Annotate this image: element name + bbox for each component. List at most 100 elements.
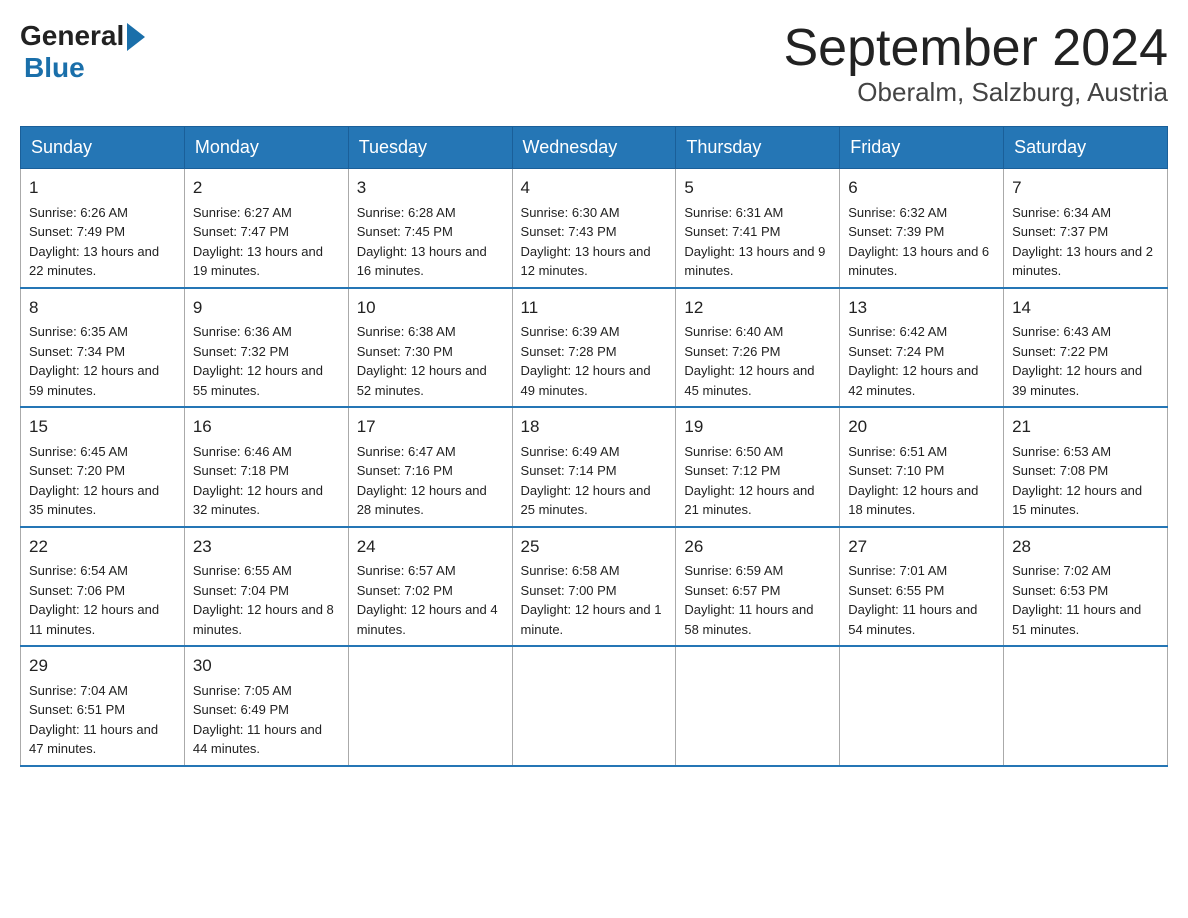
calendar-cell: 27Sunrise: 7:01 AMSunset: 6:55 PMDayligh… — [840, 527, 1004, 647]
day-info: Sunrise: 6:45 AMSunset: 7:20 PMDaylight:… — [29, 442, 176, 520]
day-info: Sunrise: 6:43 AMSunset: 7:22 PMDaylight:… — [1012, 322, 1159, 400]
calendar-cell: 10Sunrise: 6:38 AMSunset: 7:30 PMDayligh… — [348, 288, 512, 408]
calendar-cell — [840, 646, 1004, 766]
calendar-cell: 15Sunrise: 6:45 AMSunset: 7:20 PMDayligh… — [21, 407, 185, 527]
logo-general-text: General — [20, 20, 124, 52]
day-info: Sunrise: 7:01 AMSunset: 6:55 PMDaylight:… — [848, 561, 995, 639]
day-number: 10 — [357, 295, 504, 321]
calendar-cell: 8Sunrise: 6:35 AMSunset: 7:34 PMDaylight… — [21, 288, 185, 408]
calendar-table: SundayMondayTuesdayWednesdayThursdayFrid… — [20, 126, 1168, 767]
day-info: Sunrise: 6:31 AMSunset: 7:41 PMDaylight:… — [684, 203, 831, 281]
calendar-day-header: Saturday — [1004, 127, 1168, 169]
day-info: Sunrise: 6:46 AMSunset: 7:18 PMDaylight:… — [193, 442, 340, 520]
calendar-cell: 2Sunrise: 6:27 AMSunset: 7:47 PMDaylight… — [184, 169, 348, 288]
day-info: Sunrise: 6:26 AMSunset: 7:49 PMDaylight:… — [29, 203, 176, 281]
day-number: 8 — [29, 295, 176, 321]
calendar-day-header: Thursday — [676, 127, 840, 169]
day-number: 4 — [521, 175, 668, 201]
logo-arrow-icon — [127, 23, 145, 51]
day-info: Sunrise: 7:04 AMSunset: 6:51 PMDaylight:… — [29, 681, 176, 759]
day-info: Sunrise: 6:28 AMSunset: 7:45 PMDaylight:… — [357, 203, 504, 281]
day-info: Sunrise: 6:38 AMSunset: 7:30 PMDaylight:… — [357, 322, 504, 400]
day-info: Sunrise: 7:05 AMSunset: 6:49 PMDaylight:… — [193, 681, 340, 759]
page-header: General Blue September 2024 Oberalm, Sal… — [20, 20, 1168, 108]
day-number: 7 — [1012, 175, 1159, 201]
day-number: 5 — [684, 175, 831, 201]
day-info: Sunrise: 6:42 AMSunset: 7:24 PMDaylight:… — [848, 322, 995, 400]
calendar-week-row: 15Sunrise: 6:45 AMSunset: 7:20 PMDayligh… — [21, 407, 1168, 527]
calendar-cell — [676, 646, 840, 766]
day-number: 2 — [193, 175, 340, 201]
day-number: 9 — [193, 295, 340, 321]
day-info: Sunrise: 6:47 AMSunset: 7:16 PMDaylight:… — [357, 442, 504, 520]
day-info: Sunrise: 6:49 AMSunset: 7:14 PMDaylight:… — [521, 442, 668, 520]
title-block: September 2024 Oberalm, Salzburg, Austri… — [784, 20, 1169, 108]
calendar-week-row: 1Sunrise: 6:26 AMSunset: 7:49 PMDaylight… — [21, 169, 1168, 288]
calendar-week-row: 22Sunrise: 6:54 AMSunset: 7:06 PMDayligh… — [21, 527, 1168, 647]
calendar-cell: 11Sunrise: 6:39 AMSunset: 7:28 PMDayligh… — [512, 288, 676, 408]
calendar-cell: 6Sunrise: 6:32 AMSunset: 7:39 PMDaylight… — [840, 169, 1004, 288]
day-info: Sunrise: 6:30 AMSunset: 7:43 PMDaylight:… — [521, 203, 668, 281]
calendar-cell — [1004, 646, 1168, 766]
calendar-cell: 25Sunrise: 6:58 AMSunset: 7:00 PMDayligh… — [512, 527, 676, 647]
calendar-cell: 16Sunrise: 6:46 AMSunset: 7:18 PMDayligh… — [184, 407, 348, 527]
day-number: 1 — [29, 175, 176, 201]
day-info: Sunrise: 6:32 AMSunset: 7:39 PMDaylight:… — [848, 203, 995, 281]
day-info: Sunrise: 6:54 AMSunset: 7:06 PMDaylight:… — [29, 561, 176, 639]
day-number: 25 — [521, 534, 668, 560]
calendar-cell: 17Sunrise: 6:47 AMSunset: 7:16 PMDayligh… — [348, 407, 512, 527]
day-info: Sunrise: 6:58 AMSunset: 7:00 PMDaylight:… — [521, 561, 668, 639]
calendar-cell: 13Sunrise: 6:42 AMSunset: 7:24 PMDayligh… — [840, 288, 1004, 408]
day-number: 19 — [684, 414, 831, 440]
day-number: 23 — [193, 534, 340, 560]
calendar-week-row: 8Sunrise: 6:35 AMSunset: 7:34 PMDaylight… — [21, 288, 1168, 408]
day-info: Sunrise: 6:27 AMSunset: 7:47 PMDaylight:… — [193, 203, 340, 281]
calendar-cell: 29Sunrise: 7:04 AMSunset: 6:51 PMDayligh… — [21, 646, 185, 766]
day-info: Sunrise: 6:55 AMSunset: 7:04 PMDaylight:… — [193, 561, 340, 639]
calendar-cell: 26Sunrise: 6:59 AMSunset: 6:57 PMDayligh… — [676, 527, 840, 647]
calendar-cell: 5Sunrise: 6:31 AMSunset: 7:41 PMDaylight… — [676, 169, 840, 288]
calendar-cell — [348, 646, 512, 766]
day-info: Sunrise: 6:39 AMSunset: 7:28 PMDaylight:… — [521, 322, 668, 400]
day-number: 28 — [1012, 534, 1159, 560]
day-number: 27 — [848, 534, 995, 560]
day-number: 21 — [1012, 414, 1159, 440]
day-number: 17 — [357, 414, 504, 440]
calendar-cell: 14Sunrise: 6:43 AMSunset: 7:22 PMDayligh… — [1004, 288, 1168, 408]
day-number: 29 — [29, 653, 176, 679]
day-info: Sunrise: 7:02 AMSunset: 6:53 PMDaylight:… — [1012, 561, 1159, 639]
calendar-header-row: SundayMondayTuesdayWednesdayThursdayFrid… — [21, 127, 1168, 169]
day-number: 12 — [684, 295, 831, 321]
calendar-cell: 21Sunrise: 6:53 AMSunset: 7:08 PMDayligh… — [1004, 407, 1168, 527]
day-info: Sunrise: 6:35 AMSunset: 7:34 PMDaylight:… — [29, 322, 176, 400]
calendar-subtitle: Oberalm, Salzburg, Austria — [784, 77, 1169, 108]
day-number: 15 — [29, 414, 176, 440]
calendar-cell: 22Sunrise: 6:54 AMSunset: 7:06 PMDayligh… — [21, 527, 185, 647]
day-number: 16 — [193, 414, 340, 440]
day-info: Sunrise: 6:36 AMSunset: 7:32 PMDaylight:… — [193, 322, 340, 400]
day-number: 20 — [848, 414, 995, 440]
day-number: 26 — [684, 534, 831, 560]
day-number: 11 — [521, 295, 668, 321]
calendar-day-header: Monday — [184, 127, 348, 169]
day-number: 30 — [193, 653, 340, 679]
calendar-day-header: Sunday — [21, 127, 185, 169]
day-info: Sunrise: 6:51 AMSunset: 7:10 PMDaylight:… — [848, 442, 995, 520]
calendar-day-header: Friday — [840, 127, 1004, 169]
day-info: Sunrise: 6:50 AMSunset: 7:12 PMDaylight:… — [684, 442, 831, 520]
calendar-cell: 3Sunrise: 6:28 AMSunset: 7:45 PMDaylight… — [348, 169, 512, 288]
day-number: 14 — [1012, 295, 1159, 321]
calendar-cell: 1Sunrise: 6:26 AMSunset: 7:49 PMDaylight… — [21, 169, 185, 288]
day-info: Sunrise: 6:53 AMSunset: 7:08 PMDaylight:… — [1012, 442, 1159, 520]
day-number: 3 — [357, 175, 504, 201]
logo-blue-text: Blue — [24, 52, 85, 84]
calendar-day-header: Tuesday — [348, 127, 512, 169]
logo: General Blue — [20, 20, 145, 84]
calendar-title: September 2024 — [784, 20, 1169, 77]
calendar-cell: 24Sunrise: 6:57 AMSunset: 7:02 PMDayligh… — [348, 527, 512, 647]
day-number: 24 — [357, 534, 504, 560]
calendar-cell — [512, 646, 676, 766]
day-number: 13 — [848, 295, 995, 321]
calendar-cell: 4Sunrise: 6:30 AMSunset: 7:43 PMDaylight… — [512, 169, 676, 288]
day-info: Sunrise: 6:34 AMSunset: 7:37 PMDaylight:… — [1012, 203, 1159, 281]
